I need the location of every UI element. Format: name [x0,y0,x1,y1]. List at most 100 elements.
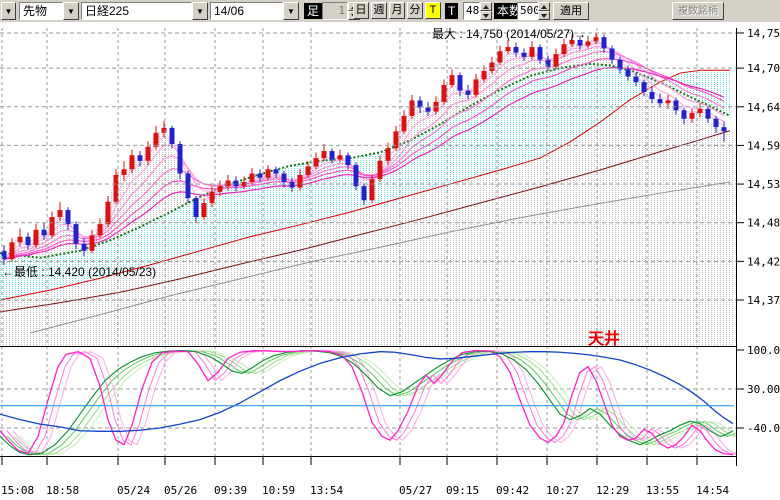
chevron-down-icon[interactable]: ▼ [63,2,79,20]
candle-body [594,37,599,41]
candle-body [250,174,255,182]
bar-type-label: 足 [304,3,322,19]
candle-body [450,75,455,85]
rci-short-magenta [0,351,733,455]
svg-text:09:42: 09:42 [496,484,529,497]
period-day-button[interactable]: 日 [353,2,369,19]
candle-body [362,186,367,200]
main-price-panel [0,33,733,346]
candle-body [234,181,239,187]
market-value: 先物 [19,2,63,20]
svg-text:14,645: 14,645 [747,101,780,114]
candle-body [314,158,319,166]
candle-body [690,113,695,119]
candle-body [538,47,543,60]
candle-body [458,75,463,90]
candle-body [554,54,559,67]
chevron-down-icon[interactable]: ▼ [1,2,16,20]
spin-up-icon[interactable] [480,2,492,11]
period-minute-button[interactable]: 分 [407,2,423,19]
candle-body [266,169,271,177]
candle-body [306,166,311,174]
candle-body [586,41,591,45]
svg-text:30.00: 30.00 [747,383,780,396]
candle-body [482,71,487,79]
candle-body [202,203,207,217]
candle-body [338,155,343,159]
symbol-dropdown[interactable]: 日経225 ▼ [81,2,208,20]
chevron-down-icon[interactable]: ▼ [283,2,299,20]
candle-body [514,47,519,53]
candle-body [194,198,199,217]
spin-down-icon[interactable] [480,11,492,20]
candle-body [610,48,615,59]
market-dropdown[interactable]: 先物 ▼ [19,2,79,20]
candle-body [34,230,39,245]
multi-symbol-button[interactable]: 複数銘柄 [672,2,724,20]
price-axis-labels: 14,75014,70014,64514,59014,53514,48014,4… [737,27,780,307]
candle-body [74,224,79,244]
bars-count-stepper[interactable]: 500 [517,2,550,20]
svg-text:14,750: 14,750 [747,27,780,40]
rci-mid-green [0,351,733,455]
contract-dropdown[interactable]: 14/06 ▼ [210,2,299,20]
candle-body [258,174,263,178]
spin-up-icon[interactable] [538,2,550,11]
tick-minutes-value: 48 [463,2,480,20]
candle-body [138,155,143,161]
tick-minutes-stepper[interactable]: 48 [463,2,492,20]
candle-body [154,133,159,147]
svg-text:05/26: 05/26 [164,484,197,497]
candle-body [370,179,375,200]
candle-body [530,47,535,57]
candle-body [682,110,687,118]
chart-canvas[interactable]: 14,75014,70014,64514,59014,53514,48014,4… [0,22,780,500]
apply-button[interactable]: 適用 [553,2,589,20]
spin-down-icon[interactable] [538,11,550,20]
candle-body [130,155,135,169]
contract-value: 14/06 [210,2,283,20]
period-month-button[interactable]: 月 [389,2,405,19]
candle-body [378,161,383,179]
candle-body [346,155,351,165]
candle-body [490,63,495,71]
candle-body [562,44,567,54]
candle-body [58,210,63,217]
svg-text:15:08: 15:08 [1,484,34,497]
time-axis-labels: 15:0818:5805/2405/2609:3910:5913:5405/27… [1,457,729,497]
candle-body [322,151,327,158]
svg-text:14,535: 14,535 [747,178,780,191]
candle-body [18,237,23,243]
annotation-min: ←最低 : 14,420 (2014/05/23) [2,265,156,279]
svg-text:09:39: 09:39 [214,484,247,497]
annotation-ceiling: 天井 [588,329,620,348]
svg-text:10:27: 10:27 [546,484,579,497]
chevron-down-icon[interactable]: ▼ [192,2,208,20]
candle-body [50,217,55,235]
candle-body [298,175,303,188]
svg-text:13:55: 13:55 [646,484,679,497]
candle-body [522,53,527,57]
candle-body [218,186,223,192]
candle-body [170,128,175,144]
toolbar: ▼ 先物 ▼ 日経225 ▼ 14/06 ▼ 足 1 日 週 月 分 T T 4… [0,0,780,22]
candle-body [178,144,183,174]
svg-text:12:29: 12:29 [596,484,629,497]
symbol-value: 日経225 [81,2,192,20]
candle-body [546,60,551,67]
candle-body [122,169,127,175]
candle-body [706,109,711,119]
candle-body [186,174,191,199]
svg-text:14,590: 14,590 [747,139,780,152]
candle-body [602,37,607,48]
bars-count-value: 500 [517,2,538,20]
svg-text:100.00: 100.00 [747,344,780,357]
svg-text:14,425: 14,425 [747,255,780,268]
candle-body [106,202,111,224]
svg-text:05/27: 05/27 [399,484,432,497]
candle-body [226,181,231,187]
candle-body [274,169,279,173]
period-week-button[interactable]: 週 [371,2,387,19]
period-tick-button[interactable]: T [425,2,441,19]
mini-dropdown[interactable]: ▼ [1,2,18,20]
